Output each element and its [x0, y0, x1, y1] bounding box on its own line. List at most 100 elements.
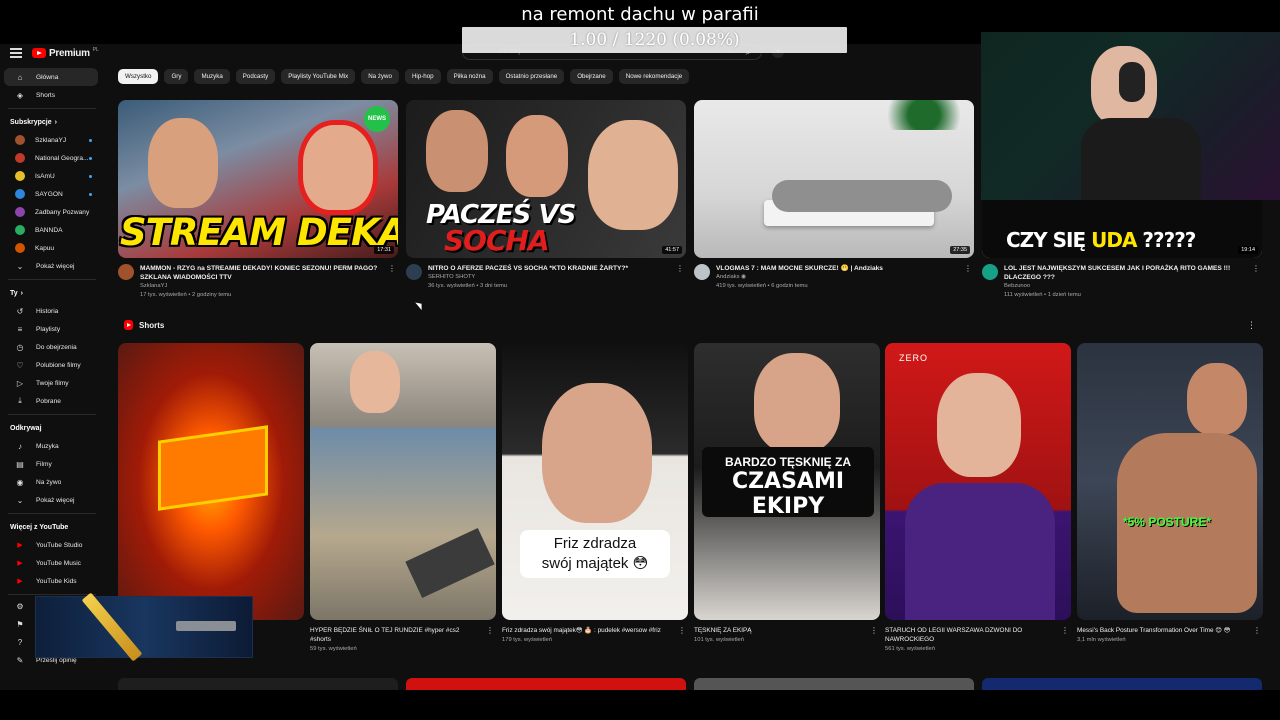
filter-chip[interactable]: Gry: [164, 69, 189, 84]
thumbnail-person: [350, 351, 400, 413]
sidebar-item[interactable]: Zadbany Pozwany: [4, 203, 98, 221]
next-row-thumbnail[interactable]: [406, 678, 686, 690]
sidebar-item[interactable]: ≡ Playlisty: [4, 320, 98, 338]
sidebar-item[interactable]: ⤓ Pobrane: [4, 392, 98, 410]
video-title[interactable]: MAMMON - RZYG na STREAMIE DEKADY! KONIEC…: [140, 264, 384, 282]
more-options-icon[interactable]: ⋮: [678, 626, 686, 635]
more-options-icon[interactable]: ⋮: [870, 626, 878, 635]
sidebar-item[interactable]: ↺ Historia: [4, 302, 98, 320]
sidebar-item[interactable]: ▶ YouTube Music: [4, 554, 98, 572]
short-card[interactable]: [118, 343, 304, 620]
short-thumbnail[interactable]: ZERO: [885, 343, 1071, 620]
more-options-icon[interactable]: ⋮: [1253, 626, 1261, 635]
video-card[interactable]: NEWS STREAM DEKADY! 17:31 MAMMON - RZYG …: [118, 100, 398, 306]
next-row-thumbnail[interactable]: [694, 678, 974, 690]
short-thumbnail[interactable]: [118, 343, 304, 620]
section-title-text: Subskrypcje: [10, 118, 52, 126]
sidebar-item[interactable]: Kapuu: [4, 239, 98, 257]
short-card[interactable]: BARDZO TĘSKNIĘ ZA CZASAMI EKIPY TĘSKNIĘ …: [694, 343, 880, 645]
more-options-icon[interactable]: ⋮: [964, 264, 972, 273]
short-thumbnail[interactable]: *5% POSTURE*: [1077, 343, 1263, 620]
streamer-body: [1081, 118, 1201, 200]
shorts-more-icon[interactable]: ⋮: [1247, 320, 1256, 331]
filter-chip[interactable]: Wszystko: [118, 69, 159, 84]
short-title[interactable]: Messi's Back Posture Transformation Over…: [1077, 626, 1249, 635]
filter-chips: Wszystko Gry Muzyka Podcasty Playlisty YouTu…: [118, 69, 690, 84]
more-options-icon[interactable]: ⋮: [1252, 264, 1260, 273]
channel-name[interactable]: Bebzunoo: [1004, 282, 1248, 291]
short-thumbnail[interactable]: BARDZO TĘSKNIĘ ZA CZASAMI EKIPY: [694, 343, 880, 620]
sidebar-item[interactable]: ⌄ Pokaż więcej: [4, 257, 98, 275]
sidebar-item[interactable]: ▶ YouTube Kids: [4, 572, 98, 590]
sidebar-item[interactable]: ◉ Na żywo: [4, 473, 98, 491]
channel-name[interactable]: SzklanaYJ: [140, 282, 384, 291]
short-card[interactable]: ZERO STARUCH OD LEGII WARSZAWA DZWONI DO…: [885, 343, 1071, 654]
video-thumbnail[interactable]: NEWS STREAM DEKADY! 17:31: [118, 100, 398, 258]
filter-chip[interactable]: Ostatnio przesłane: [498, 69, 565, 84]
next-row-thumbnail[interactable]: [982, 678, 1262, 690]
short-title[interactable]: TĘSKNIĘ ZA EKIPĄ: [694, 626, 866, 635]
filter-chip[interactable]: Nowe rekomendacje: [618, 69, 690, 84]
sidebar-section-title[interactable]: Ty ›: [0, 284, 104, 302]
filter-chip[interactable]: Playlisty YouTube Mix: [281, 69, 356, 84]
video-card[interactable]: 27:35 VLOGMAS 7 : MAM MOCNE SKURCZE! 😬 |…: [694, 100, 974, 306]
filter-chip[interactable]: Podcasty: [235, 69, 276, 84]
sidebar-item[interactable]: ♪ Muzyka: [4, 437, 98, 455]
short-title[interactable]: STARUCH OD LEGII WARSZAWA DZWONI DO NAWR…: [885, 626, 1057, 644]
sidebar-item-label: Filmy: [36, 460, 52, 468]
video-thumbnail[interactable]: 27:35: [694, 100, 974, 258]
sidebar-section-title: Więcej z YouTube: [0, 518, 104, 536]
short-title[interactable]: HYPER BĘDZIE ŚNIŁ O TEJ RUNDZIE #hyper #…: [310, 626, 482, 644]
short-card[interactable]: Friz zdradza swój majątek 😳 Friz zdradza…: [502, 343, 688, 645]
video-thumbnail[interactable]: PACZEŚ VS SOCHA 41:57: [406, 100, 686, 258]
sidebar-item[interactable]: ♡ Polubione filmy: [4, 356, 98, 374]
more-options-icon[interactable]: ⋮: [486, 626, 494, 635]
sidebar-item[interactable]: ◷ Do obejrzenia: [4, 338, 98, 356]
sidebar-section-title[interactable]: Subskrypcje ›: [0, 113, 104, 131]
channel-avatar[interactable]: [694, 264, 710, 280]
channel-name[interactable]: SERHITO SHOTY: [428, 273, 672, 282]
short-title[interactable]: Friz zdradza swój majątek😳 🎂 : pudelek #…: [502, 626, 674, 635]
channel-avatar[interactable]: [118, 264, 134, 280]
more-options-icon[interactable]: ⋮: [388, 264, 396, 273]
thumbnail-person: [1187, 363, 1247, 435]
sidebar-item[interactable]: ◈ Shorts: [4, 86, 98, 104]
video-title[interactable]: LOL JEST NAJWIĘKSZYM SUKCESEM JAK I PORA…: [1004, 264, 1248, 282]
channel-name[interactable]: Andziaks ◉: [716, 273, 960, 282]
menu-icon[interactable]: [10, 48, 22, 58]
short-thumbnail[interactable]: Friz zdradza swój majątek 😳: [502, 343, 688, 620]
video-duration: 41:57: [662, 246, 682, 254]
sidebar-item[interactable]: National Geogra...: [4, 149, 98, 167]
short-card[interactable]: HYPER BĘDZIE ŚNIŁ O TEJ RUNDZIE #hyper #…: [310, 343, 496, 654]
sidebar-item-label: National Geogra...: [35, 154, 89, 162]
filter-chip[interactable]: Na żywo: [361, 69, 399, 84]
short-thumbnail[interactable]: [310, 343, 496, 620]
sidebar-item[interactable]: ⌂ Główna: [4, 68, 98, 86]
channel-avatar[interactable]: [982, 264, 998, 280]
video-title[interactable]: VLOGMAS 7 : MAM MOCNE SKURCZE! 😬 | Andzi…: [716, 264, 960, 273]
video-title[interactable]: NITRO O AFERZE PACZEŚ VS SOCHA *KTO KRAD…: [428, 264, 672, 273]
sidebar-item[interactable]: IsAmU: [4, 167, 98, 185]
filter-chip[interactable]: Piłka nożna: [446, 69, 493, 84]
short-card[interactable]: *5% POSTURE* Messi's Back Posture Transf…: [1077, 343, 1263, 645]
more-options-icon[interactable]: ⋮: [676, 264, 684, 273]
more-options-icon[interactable]: ⋮: [1061, 626, 1069, 635]
sidebar-item[interactable]: ⌄ Pokaż więcej: [4, 491, 98, 509]
youtube-logo[interactable]: Premium PL: [32, 46, 99, 60]
sidebar-item[interactable]: ▤ Filmy: [4, 455, 98, 473]
video-duration: 17:31: [374, 246, 394, 254]
channel-avatar[interactable]: [406, 264, 422, 280]
video-card[interactable]: PACZEŚ VS SOCHA 41:57 NITRO O AFERZE PAC…: [406, 100, 686, 306]
filter-chip[interactable]: Hip-hop: [404, 69, 441, 84]
chevron-right-icon: ›: [54, 118, 57, 126]
thumbnail-person: [298, 120, 378, 215]
sidebar-item[interactable]: SAYGON: [4, 185, 98, 203]
sidebar-item[interactable]: BANNDA: [4, 221, 98, 239]
next-row-thumbnail[interactable]: [118, 678, 398, 690]
sidebar-item[interactable]: ▷ Twoje filmy: [4, 374, 98, 392]
sidebar-item[interactable]: SzklanaYJ: [4, 131, 98, 149]
sidebar-item[interactable]: ▶ YouTube Studio: [4, 536, 98, 554]
filter-chip[interactable]: Obejrzane: [570, 69, 613, 84]
filter-chip[interactable]: Muzyka: [194, 69, 230, 84]
section-title-text: Ty: [10, 289, 18, 297]
